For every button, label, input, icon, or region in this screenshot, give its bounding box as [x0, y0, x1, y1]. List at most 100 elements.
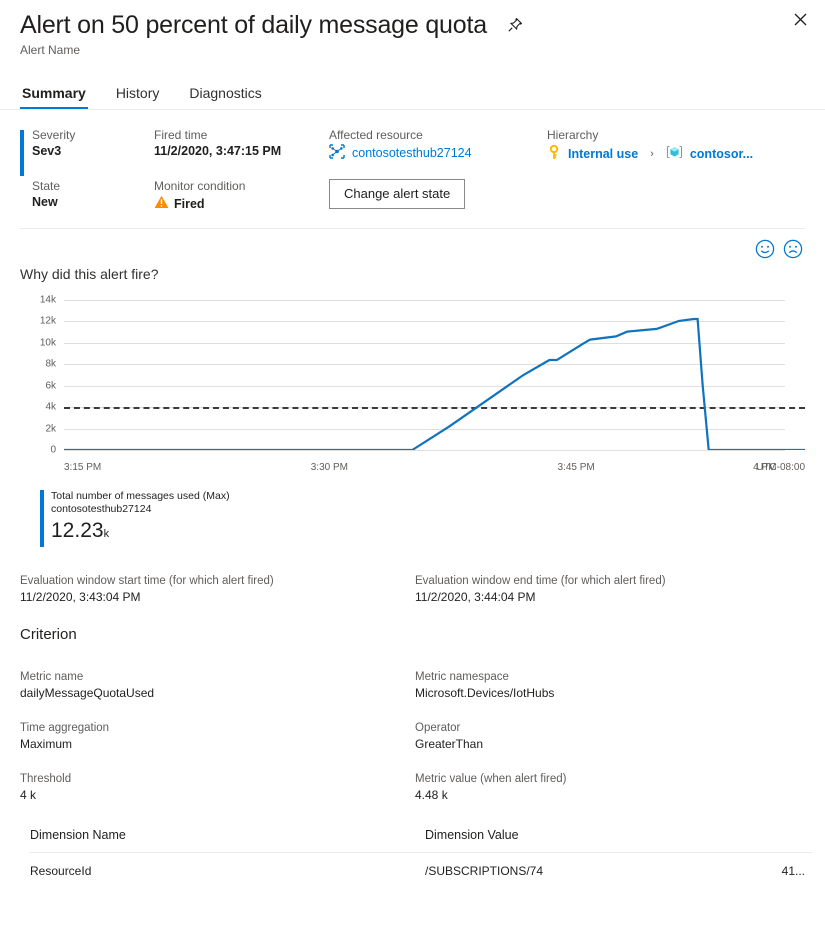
- resource-group-icon: [666, 144, 683, 163]
- y-axis-tick-label: 0: [20, 445, 56, 456]
- y-axis-tick-label: 2k: [20, 423, 56, 434]
- state-value: New: [32, 195, 154, 209]
- hierarchy-label: Hierarchy: [547, 128, 797, 142]
- page-subtitle: Alert Name: [20, 43, 805, 57]
- threshold-label: Threshold: [20, 773, 415, 785]
- tab-history[interactable]: History: [114, 83, 162, 109]
- evaluation-start-label: Evaluation window start time (for which …: [20, 575, 415, 587]
- dimension-name-header: Dimension Name: [30, 828, 425, 842]
- metric-name-field: Metric name dailyMessageQuotaUsed: [20, 671, 415, 700]
- metadata-spacer: [547, 179, 797, 212]
- operator-field: Operator GreaterThan: [415, 722, 810, 751]
- evaluation-start-value: 11/2/2020, 3:43:04 PM: [20, 590, 415, 604]
- monitor-condition-label: Monitor condition: [154, 179, 329, 193]
- table-row: ResourceId /SUBSCRIPTIONS/74 41...: [30, 853, 812, 878]
- evaluation-row: Evaluation window start time (for which …: [20, 575, 810, 604]
- hierarchy-field: Hierarchy Internal use ›: [547, 128, 797, 163]
- dimension-value-header: Dimension Value: [425, 828, 715, 842]
- fired-time-label: Fired time: [154, 128, 329, 142]
- dimension-name-cell: ResourceId: [30, 864, 425, 878]
- series-line: [64, 319, 805, 450]
- operator-label: Operator: [415, 722, 810, 734]
- monitor-condition-field: Monitor condition Fired: [154, 179, 329, 212]
- legend-series-value-wrap: 12.23k: [51, 518, 230, 547]
- metadata-row-1: Severity Sev3 Fired time 11/2/2020, 3:47…: [32, 128, 825, 163]
- criterion-row-3: Threshold 4 k Metric value (when alert f…: [20, 773, 810, 802]
- metric-value-field: Metric value (when alert fired) 4.48 k: [415, 773, 810, 802]
- evaluation-start-field: Evaluation window start time (for which …: [20, 575, 415, 604]
- metric-name-value: dailyMessageQuotaUsed: [20, 686, 415, 700]
- severity-label: Severity: [32, 128, 154, 142]
- evaluation-end-label: Evaluation window end time (for which al…: [415, 575, 810, 587]
- state-label: State: [32, 179, 154, 193]
- hierarchy-breadcrumb: Internal use › contosor...: [547, 144, 797, 163]
- hierarchy-subscription-link[interactable]: Internal use: [568, 147, 638, 161]
- state-field: State New: [32, 179, 154, 212]
- metadata-row-2: State New Monitor condition Fired Change…: [32, 179, 825, 212]
- y-axis-tick-label: 10k: [20, 337, 56, 348]
- legend-color-swatch: [40, 490, 44, 547]
- y-axis-tick-label: 12k: [20, 316, 56, 327]
- affected-resource-name: contosotesthub27124: [352, 146, 472, 160]
- smiley-face-icon[interactable]: [755, 239, 775, 264]
- affected-resource-label: Affected resource: [329, 128, 547, 142]
- monitor-condition-value: Fired: [174, 197, 205, 211]
- chart-legend: Total number of messages used (Max) cont…: [40, 490, 825, 547]
- severity-value: Sev3: [32, 144, 154, 158]
- severity-accent-bar: [20, 130, 24, 176]
- metric-namespace-label: Metric namespace: [415, 671, 810, 683]
- page-header: Alert on 50 percent of daily message quo…: [0, 0, 825, 57]
- chart-question: Why did this alert fire?: [20, 266, 825, 282]
- close-icon[interactable]: [787, 6, 813, 32]
- alert-metadata: Severity Sev3 Fired time 11/2/2020, 3:47…: [20, 128, 825, 212]
- x-axis-tick-label: 3:45 PM: [558, 462, 595, 473]
- y-axis-tick-label: 4k: [20, 402, 56, 413]
- criterion-row-2: Time aggregation Maximum Operator Greate…: [20, 722, 810, 751]
- metric-namespace-field: Metric namespace Microsoft.Devices/IotHu…: [415, 671, 810, 700]
- chart-line-series: [64, 300, 805, 450]
- dimension-value-overflow: 41...: [715, 864, 805, 878]
- time-aggregation-value: Maximum: [20, 737, 415, 751]
- legend-series-name: Total number of messages used (Max): [51, 490, 230, 503]
- gridline: [64, 450, 785, 451]
- change-alert-state-button[interactable]: Change alert state: [329, 179, 465, 209]
- iot-hub-icon: [329, 144, 345, 162]
- legend-series-value: 12.23: [51, 519, 104, 542]
- dimension-extra-header: [715, 828, 805, 842]
- pin-icon[interactable]: [505, 15, 525, 35]
- time-aggregation-label: Time aggregation: [20, 722, 415, 734]
- operator-value: GreaterThan: [415, 737, 810, 751]
- criterion-row-1: Metric name dailyMessageQuotaUsed Metric…: [20, 671, 810, 700]
- frowny-face-icon[interactable]: [783, 239, 803, 264]
- tab-diagnostics[interactable]: Diagnostics: [187, 83, 263, 109]
- severity-field: Severity Sev3: [32, 128, 154, 163]
- change-alert-state-cell: Change alert state: [329, 179, 547, 212]
- metric-value-label: Metric value (when alert fired): [415, 773, 810, 785]
- metadata-divider: [20, 228, 805, 229]
- affected-resource-link[interactable]: contosotesthub27124: [329, 144, 547, 162]
- dimensions-table: Dimension Name Dimension Value ResourceI…: [30, 828, 812, 878]
- dimension-value-cell: /SUBSCRIPTIONS/74: [425, 864, 715, 878]
- time-aggregation-field: Time aggregation Maximum: [20, 722, 415, 751]
- chart-x-axis: UTC-08:00 3:15 PM3:30 PM3:45 PM4 PM: [20, 462, 805, 478]
- fired-time-value: 11/2/2020, 3:47:15 PM: [154, 144, 329, 158]
- threshold-value: 4 k: [20, 788, 415, 802]
- dimensions-header-row: Dimension Name Dimension Value: [30, 828, 812, 852]
- evaluation-end-field: Evaluation window end time (for which al…: [415, 575, 810, 604]
- y-axis-tick-label: 14k: [20, 295, 56, 306]
- hierarchy-resourcegroup-link[interactable]: contosor...: [690, 147, 753, 161]
- page-title: Alert on 50 percent of daily message quo…: [20, 10, 487, 40]
- criterion-fields: Metric name dailyMessageQuotaUsed Metric…: [20, 671, 810, 802]
- evaluation-end-value: 11/2/2020, 3:44:04 PM: [415, 590, 810, 604]
- tab-summary[interactable]: Summary: [20, 83, 88, 109]
- x-axis-tick-label: 3:30 PM: [311, 462, 348, 473]
- metric-namespace-value: Microsoft.Devices/IotHubs: [415, 686, 810, 700]
- chevron-right-icon: ›: [650, 148, 654, 160]
- metric-value-value: 4.48 k: [415, 788, 810, 802]
- warning-triangle-icon: [154, 195, 169, 212]
- alert-chart: 02k4k6k8k10k12k14k: [20, 300, 805, 460]
- legend-text-block: Total number of messages used (Max) cont…: [51, 490, 230, 547]
- tabs-divider: [0, 109, 825, 110]
- monitor-condition-value-wrap: Fired: [154, 195, 329, 212]
- metric-name-label: Metric name: [20, 671, 415, 683]
